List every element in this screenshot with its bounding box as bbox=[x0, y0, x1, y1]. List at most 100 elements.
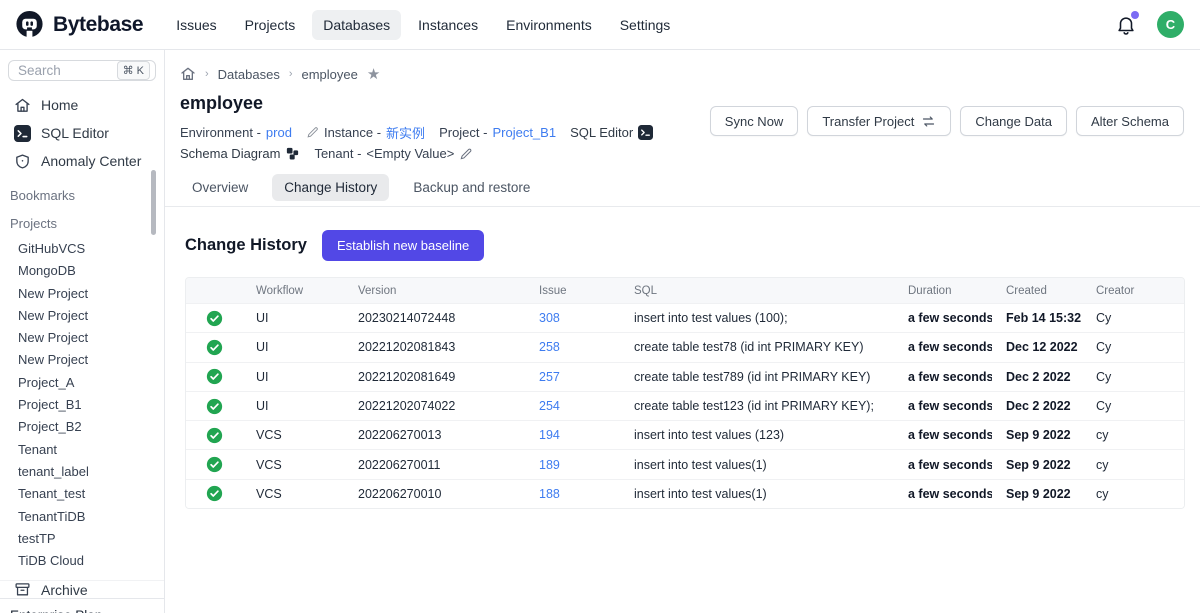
sync-now-button[interactable]: Sync Now bbox=[710, 106, 799, 136]
project-item[interactable]: TiDB Cloud bbox=[0, 550, 164, 572]
database-meta: Environment - prod Instance - 新实例 Projec… bbox=[180, 123, 760, 161]
project-item[interactable]: New Project bbox=[0, 349, 164, 371]
edit-pencil-icon[interactable] bbox=[459, 147, 473, 161]
column-header: Workflow bbox=[242, 285, 344, 297]
project-item[interactable]: Project_B1 bbox=[0, 394, 164, 416]
table-row[interactable]: VCS 202206270011 189 insert into test va… bbox=[186, 449, 1184, 478]
cell-workflow: UI bbox=[242, 370, 344, 384]
table-row[interactable]: VCS 202206270010 188 insert into test va… bbox=[186, 479, 1184, 508]
column-header: Created bbox=[992, 285, 1082, 297]
cell-creator: Cy bbox=[1082, 399, 1184, 413]
issue-link[interactable]: 189 bbox=[539, 458, 560, 472]
cell-duration: a few seconds bbox=[894, 428, 992, 442]
brand[interactable]: Bytebase bbox=[14, 9, 143, 40]
avatar[interactable]: C bbox=[1157, 11, 1184, 38]
cell-version: 202206270010 bbox=[344, 487, 525, 501]
cell-workflow: VCS bbox=[242, 428, 344, 442]
breadcrumb-databases[interactable]: Databases bbox=[218, 67, 280, 82]
table-row[interactable]: UI 20221202081843 258 create table test7… bbox=[186, 332, 1184, 361]
top-nav-item[interactable]: Environments bbox=[495, 10, 603, 40]
sql-editor-icon bbox=[638, 125, 653, 140]
status-success-icon bbox=[206, 310, 223, 327]
project-item[interactable]: New Project bbox=[0, 305, 164, 327]
instance-engine-icon bbox=[306, 126, 319, 139]
establish-baseline-button[interactable]: Establish new baseline bbox=[322, 230, 484, 261]
cell-workflow: VCS bbox=[242, 487, 344, 501]
table-row[interactable]: UI 20230214072448 308 insert into test v… bbox=[186, 303, 1184, 332]
cell-version: 20221202081843 bbox=[344, 340, 525, 354]
topbar-right: C bbox=[1115, 11, 1184, 38]
cell-version: 20221202074022 bbox=[344, 399, 525, 413]
cell-duration: a few seconds bbox=[894, 487, 992, 501]
project-item[interactable]: GitHubVCS bbox=[0, 238, 164, 260]
instance-link[interactable]: 新实例 bbox=[386, 123, 425, 142]
sidebar-item-anomaly-center[interactable]: Anomaly Center bbox=[0, 147, 164, 175]
status-success-icon bbox=[206, 427, 223, 444]
issue-link[interactable]: 194 bbox=[539, 428, 560, 442]
transfer-project-button[interactable]: Transfer Project bbox=[807, 106, 951, 136]
cell-creator: Cy bbox=[1082, 370, 1184, 384]
projects-list: GitHubVCS MongoDB New Project New Projec… bbox=[0, 238, 164, 572]
cell-sql: create table test789 (id int PRIMARY KEY… bbox=[620, 370, 894, 384]
project-item[interactable]: Project_A bbox=[0, 372, 164, 394]
project-item[interactable]: Project_B2 bbox=[0, 416, 164, 438]
top-nav-item[interactable]: Databases bbox=[312, 10, 401, 40]
search-input[interactable]: Search ⌘ K bbox=[8, 60, 156, 81]
cell-sql: insert into test values (123) bbox=[620, 428, 894, 442]
project-item[interactable]: MongoDB bbox=[0, 260, 164, 282]
project-item[interactable]: TenantTiDB bbox=[0, 506, 164, 528]
sidebar-item-label: Archive bbox=[41, 582, 88, 598]
status-success-icon bbox=[206, 398, 223, 415]
meta-sql-editor[interactable]: SQL Editor bbox=[570, 125, 653, 140]
sidebar-item-archive[interactable]: Archive bbox=[0, 580, 164, 598]
alter-schema-button[interactable]: Alter Schema bbox=[1076, 106, 1184, 136]
breadcrumb-home-icon[interactable] bbox=[180, 66, 196, 82]
project-item[interactable]: Tenant bbox=[0, 439, 164, 461]
table-row[interactable]: UI 20221202081649 257 create table test7… bbox=[186, 362, 1184, 391]
top-nav-item[interactable]: Instances bbox=[407, 10, 489, 40]
issue-link[interactable]: 308 bbox=[539, 311, 560, 325]
column-header: Duration bbox=[894, 285, 992, 297]
table-header-row: Workflow Version Issue SQL Duration Crea… bbox=[186, 278, 1184, 303]
meta-environment: Environment - prod bbox=[180, 125, 292, 140]
issue-link[interactable]: 188 bbox=[539, 487, 560, 501]
cell-duration: a few seconds bbox=[894, 340, 992, 354]
database-tabs: Overview Change History Backup and resto… bbox=[180, 174, 1185, 201]
cell-created: Dec 2 2022 bbox=[992, 370, 1082, 384]
cell-sql: insert into test values(1) bbox=[620, 458, 894, 472]
change-data-button[interactable]: Change Data bbox=[960, 106, 1067, 136]
sidebar-item-sql-editor[interactable]: SQL Editor bbox=[0, 119, 164, 147]
terminal-icon bbox=[14, 125, 31, 142]
project-item[interactable]: testTP bbox=[0, 528, 164, 550]
top-nav-item[interactable]: Issues bbox=[165, 10, 227, 40]
issue-link[interactable]: 254 bbox=[539, 399, 560, 413]
sidebar-item-home[interactable]: Home bbox=[0, 91, 164, 119]
cell-duration: a few seconds bbox=[894, 458, 992, 472]
issue-link[interactable]: 257 bbox=[539, 370, 560, 384]
meta-project: Project - Project_B1 bbox=[439, 125, 556, 140]
table-row[interactable]: UI 20221202074022 254 create table test1… bbox=[186, 391, 1184, 420]
sidebar-scrollbar[interactable] bbox=[151, 170, 156, 235]
tab[interactable]: Backup and restore bbox=[401, 174, 542, 201]
project-item[interactable]: New Project bbox=[0, 327, 164, 349]
tab[interactable]: Overview bbox=[180, 174, 260, 201]
top-nav-item[interactable]: Settings bbox=[609, 10, 682, 40]
project-link[interactable]: Project_B1 bbox=[492, 125, 556, 140]
breadcrumb-employee[interactable]: employee bbox=[302, 67, 358, 82]
project-item[interactable]: New Project bbox=[0, 283, 164, 305]
top-nav-item[interactable]: Projects bbox=[234, 10, 307, 40]
meta-schema-diagram[interactable]: Schema Diagram bbox=[180, 146, 300, 161]
project-item[interactable]: Tenant_test bbox=[0, 483, 164, 505]
bookmark-star-icon[interactable]: ★ bbox=[367, 67, 380, 82]
table-row[interactable]: VCS 202206270013 194 insert into test va… bbox=[186, 420, 1184, 449]
cell-creator: cy bbox=[1082, 428, 1184, 442]
tab[interactable]: Change History bbox=[272, 174, 389, 201]
plan-label[interactable]: Enterprise Plan bbox=[0, 598, 164, 613]
environment-link[interactable]: prod bbox=[266, 125, 292, 140]
main-content: › Databases › employee ★ employee Enviro… bbox=[165, 50, 1200, 613]
breadcrumb-separator-icon: › bbox=[289, 68, 293, 80]
project-item[interactable]: tenant_label bbox=[0, 461, 164, 483]
column-header: Creator bbox=[1082, 285, 1184, 297]
issue-link[interactable]: 258 bbox=[539, 340, 560, 354]
notifications-button[interactable] bbox=[1115, 14, 1137, 36]
